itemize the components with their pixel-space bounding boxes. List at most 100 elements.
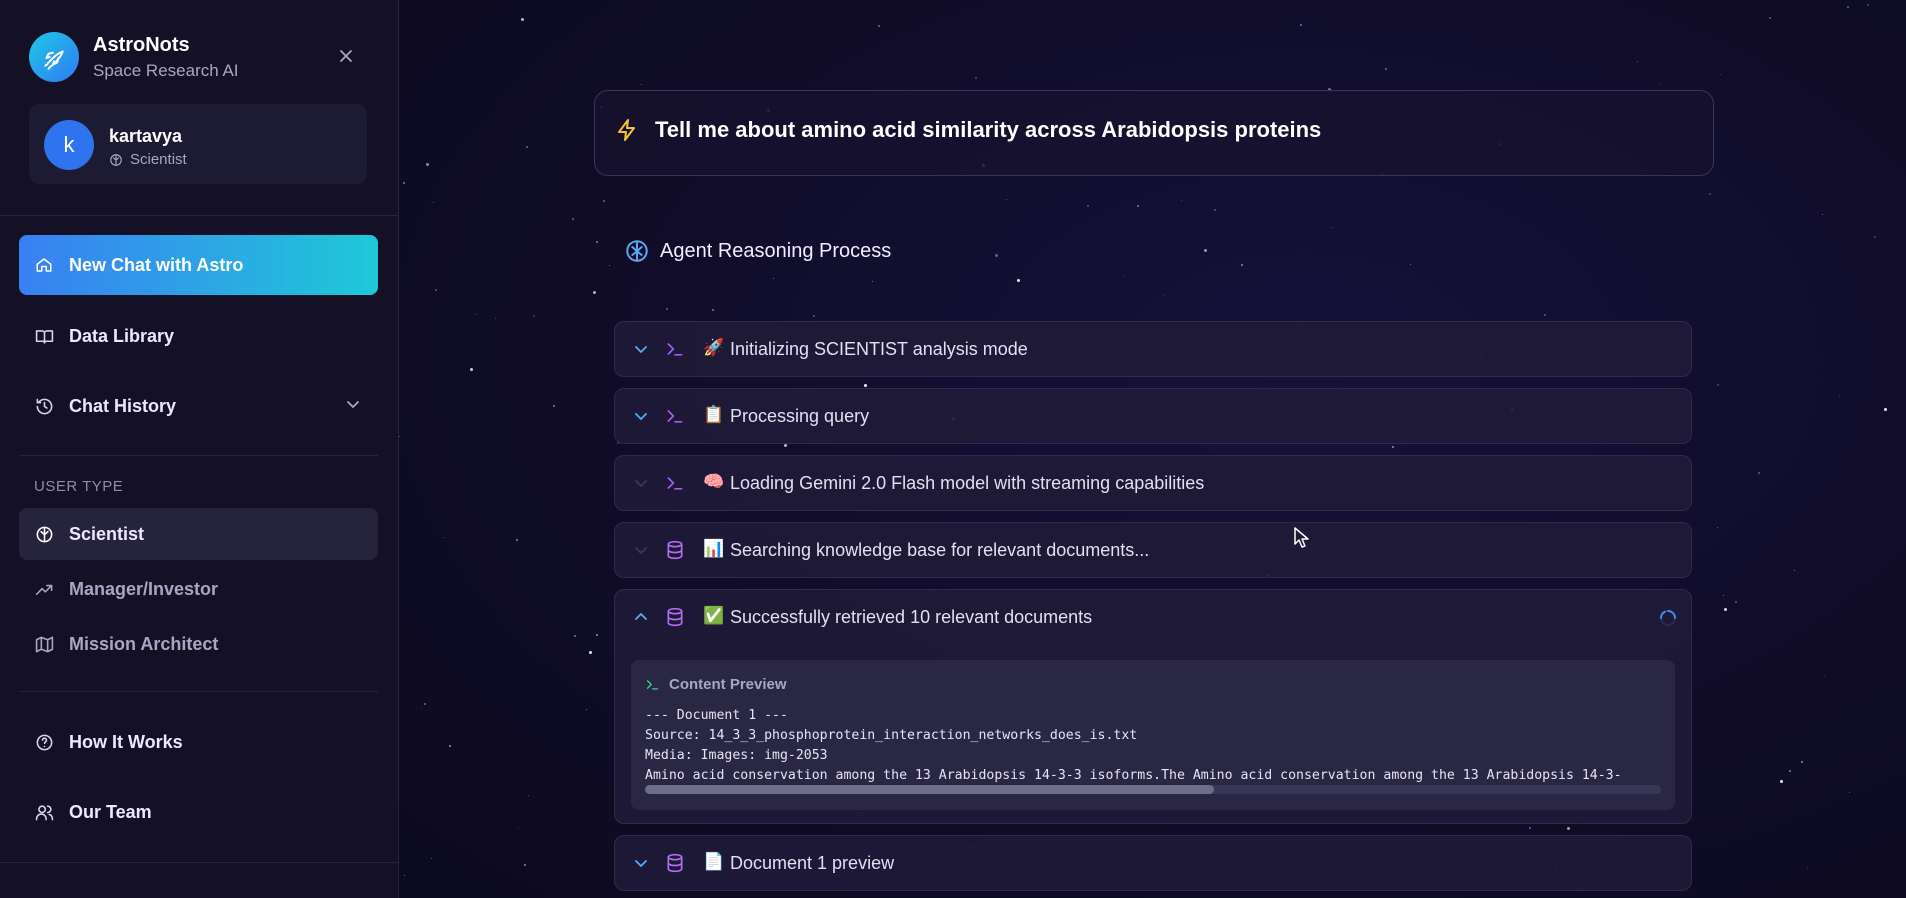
star <box>424 703 426 705</box>
chevron-down-icon <box>635 413 647 421</box>
step-emoji: 📊 <box>703 539 725 558</box>
star <box>553 405 555 407</box>
reasoning-step[interactable]: 📊 Searching knowledge base for relevant … <box>614 522 1692 578</box>
reasoning-title: Agent Reasoning Process <box>660 239 892 262</box>
user-name: kartavya <box>109 126 183 146</box>
star <box>593 291 596 294</box>
preview-line: Source: 14_3_3_phosphoprotein_interactio… <box>645 728 1138 743</box>
star <box>1709 193 1711 195</box>
reasoning-step[interactable]: 🚀 Initializing SCIENTIST analysis mode <box>614 321 1692 377</box>
star <box>1410 264 1411 265</box>
divider <box>0 215 398 216</box>
star <box>1769 17 1771 19</box>
star <box>574 635 576 637</box>
star <box>609 265 610 266</box>
star <box>1874 236 1876 238</box>
step-label: Document 1 preview <box>730 853 895 873</box>
user-type-manager-investor[interactable]: Manager/Investor <box>19 563 378 615</box>
terminal-icon <box>667 343 683 356</box>
scientist-label: Scientist <box>69 523 145 544</box>
star <box>1385 68 1387 70</box>
chevron-up-icon <box>635 612 647 620</box>
star <box>784 444 787 447</box>
star <box>596 241 598 243</box>
user-type-mission-architect[interactable]: Mission Architect <box>19 618 378 670</box>
star <box>426 163 429 166</box>
chat-history-label: Chat History <box>69 395 177 416</box>
app-name: AstroNots <box>93 33 190 56</box>
close-sidebar-button[interactable] <box>336 46 356 66</box>
trending-up-icon <box>34 579 54 599</box>
scrollbar-thumb[interactable] <box>645 785 1214 794</box>
database-icon <box>667 853 683 873</box>
horizontal-scrollbar[interactable] <box>645 785 1661 794</box>
star <box>524 864 526 866</box>
star <box>431 858 432 859</box>
reasoning-step[interactable]: 🧠 Loading Gemini 2.0 Flash model with st… <box>614 455 1692 511</box>
star <box>1794 570 1795 571</box>
reasoning-step[interactable]: 📄 Document 1 preview <box>614 835 1692 891</box>
star <box>995 254 998 257</box>
content-preview-text[interactable]: --- Document 1 --- Source: 14_3_3_phospho… <box>645 706 1661 786</box>
step-label: Successfully retrieved 10 relevant docum… <box>730 607 1093 627</box>
user-role-label: Scientist <box>130 151 187 168</box>
star <box>666 308 668 310</box>
step-label: Initializing SCIENTIST analysis mode <box>730 339 1028 359</box>
history-icon <box>34 396 54 416</box>
star <box>586 709 587 710</box>
chevron-down-icon <box>635 480 647 488</box>
book-icon <box>34 326 54 346</box>
mouse-cursor-icon <box>1294 527 1309 548</box>
star <box>449 745 451 747</box>
chevron-down-icon <box>635 346 647 354</box>
new-chat-button[interactable]: New Chat with Astro <box>19 235 378 295</box>
star <box>528 795 529 796</box>
new-chat-label: New Chat with Astro <box>69 254 244 275</box>
star <box>1839 395 1840 396</box>
sidebar-item-our-team[interactable]: Our Team <box>19 783 378 841</box>
star <box>603 200 605 202</box>
star <box>641 84 642 85</box>
sidebar-item-chat-history[interactable]: Chat History <box>19 377 378 435</box>
reasoning-step-expanded[interactable]: ✅ Successfully retrieved 10 relevant doc… <box>614 589 1692 824</box>
sidebar-item-data-library[interactable]: Data Library <box>19 307 378 365</box>
star <box>475 314 476 315</box>
home-icon <box>34 255 54 275</box>
divider <box>0 862 398 863</box>
lightning-icon <box>618 119 635 141</box>
star <box>1392 446 1394 448</box>
star <box>516 539 518 541</box>
data-library-label: Data Library <box>69 325 175 346</box>
star <box>1637 61 1638 62</box>
star <box>1801 761 1803 763</box>
star <box>813 315 815 317</box>
star <box>1544 314 1546 316</box>
star <box>1724 608 1727 611</box>
star <box>1660 84 1661 85</box>
terminal-icon <box>646 680 659 690</box>
user-type-heading: USER TYPE <box>34 478 124 495</box>
star <box>403 182 405 184</box>
reasoning-header: Agent Reasoning Process <box>624 238 891 264</box>
preview-line: Amino acid conservation among the 13 Ara… <box>645 768 1622 783</box>
chevron-down-icon <box>347 401 359 409</box>
star <box>572 218 574 220</box>
user-type-scientist[interactable]: Scientist <box>19 508 378 560</box>
preview-line: Media: Images: img-2053 <box>645 748 828 763</box>
star <box>1720 74 1721 75</box>
user-card[interactable]: k kartavya Scientist <box>29 104 367 184</box>
star <box>526 146 528 148</box>
star <box>1847 6 1849 8</box>
brain-icon <box>34 524 54 544</box>
star <box>1780 780 1783 783</box>
step-emoji: ✅ <box>703 606 725 625</box>
app-tagline: Space Research AI <box>93 60 239 80</box>
star <box>1529 827 1531 829</box>
sidebar-item-how-it-works[interactable]: How It Works <box>19 713 378 771</box>
star <box>421 708 422 709</box>
star <box>878 25 880 27</box>
reasoning-step[interactable]: 📋 Processing query <box>614 388 1692 444</box>
star <box>773 278 774 279</box>
users-icon <box>34 802 54 822</box>
star <box>1717 384 1719 386</box>
